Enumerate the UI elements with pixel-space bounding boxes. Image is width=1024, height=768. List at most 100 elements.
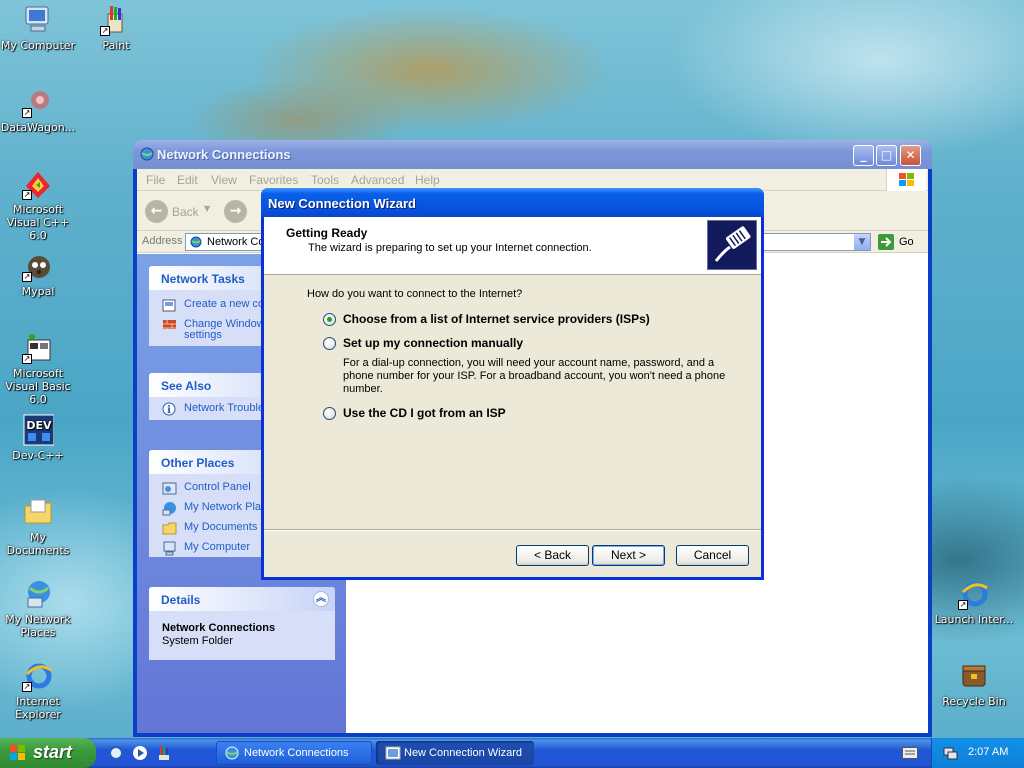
collapse-chevron-icon[interactable]: ︽ (313, 591, 329, 607)
info-icon: i (162, 402, 177, 417)
desktop-icon-internet-explorer[interactable]: ↗ Internet Explorer (0, 660, 78, 721)
address-dropdown-button[interactable]: ▼ (854, 234, 870, 250)
visual-cpp-icon: ↗ (22, 168, 54, 200)
firewall-icon (162, 318, 177, 329)
internet-explorer-icon: ↗ (958, 578, 990, 610)
svg-text:i: i (167, 405, 171, 416)
control-panel-icon (162, 481, 177, 496)
clock[interactable]: 2:07 AM (968, 746, 1008, 758)
connection-question: How do you want to connect to the Intern… (307, 288, 523, 300)
quicklaunch-desktop-icon[interactable] (108, 745, 124, 764)
details-panel: Details ︽ Network Connections System Fol… (149, 587, 335, 660)
address-value: Network Co (207, 236, 265, 248)
taskbar-item-new-connection-wizard[interactable]: New Connection Wizard (376, 741, 534, 765)
desktop-icon-label: My Documents (6, 531, 70, 557)
network-status-icon[interactable] (942, 745, 958, 764)
menu-advanced[interactable]: Advanced (351, 173, 404, 187)
recycle-bin-icon (958, 660, 990, 692)
wizard-subheading: The wizard is preparing to set up your I… (308, 242, 592, 254)
folder-icon (22, 496, 54, 528)
datawagon-icon: ↗ (22, 86, 54, 118)
desktop-icon-my-computer[interactable]: My Computer (0, 4, 78, 52)
new-connection-wizard-dialog[interactable]: New Connection Wizard Getting Ready The … (261, 188, 764, 580)
details-type: System Folder (162, 635, 233, 647)
desktop-icon-mypal[interactable]: ↗ Mypal (0, 250, 78, 298)
go-arrow-icon (878, 234, 894, 250)
desktop-icon-visual-cpp[interactable]: ↗ Microsoft Visual C++ 6.0 (0, 168, 78, 242)
taskbar-item-network-connections[interactable]: Network Connections (216, 741, 372, 765)
shortcut-arrow-icon: ↗ (22, 272, 32, 282)
desktop-icon-label: Dev-C++ (12, 449, 64, 462)
menu-edit[interactable]: Edit (177, 173, 198, 187)
menu-favorites[interactable]: Favorites (249, 173, 298, 187)
forward-arrow-icon: → (229, 203, 242, 219)
close-button[interactable]: ✕ (900, 145, 921, 166)
go-label: Go (899, 236, 914, 248)
folder-icon (162, 521, 177, 536)
start-button[interactable]: start (0, 738, 96, 768)
system-tray: 2:07 AM (931, 738, 1024, 768)
details-name: Network Connections (162, 622, 276, 634)
back-dropdown-icon[interactable]: ▼ (204, 204, 210, 213)
internet-explorer-icon: ↗ (22, 660, 54, 692)
shortcut-arrow-icon: ↗ (958, 600, 968, 610)
desktop-icon-label: Recycle Bin (942, 695, 1006, 708)
desktop-icon-label: Microsoft Visual C++ 6.0 (6, 203, 70, 242)
desktop-icon-label: Launch Inter... (934, 613, 1014, 626)
start-label: start (33, 742, 73, 762)
next-button[interactable]: Next > (592, 545, 665, 566)
wizard-header: Getting Ready The wizard is preparing to… (264, 217, 761, 275)
window-titlebar[interactable]: Network Connections _ □ ✕ (133, 140, 932, 169)
desktop-icon-label: Paint (102, 39, 130, 52)
wizard-icon (385, 745, 401, 768)
network-connections-icon (139, 146, 155, 165)
computer-icon (162, 541, 177, 556)
wizard-titlebar[interactable]: New Connection Wizard (261, 188, 764, 217)
desktop-icon-my-documents[interactable]: My Documents (0, 496, 78, 557)
wizard-body: Getting Ready The wizard is preparing to… (264, 217, 761, 577)
desktop-icon-label: Mypal (21, 285, 55, 298)
new-connection-icon (162, 298, 177, 313)
button-separator (264, 529, 761, 531)
shortcut-arrow-icon: ↗ (22, 108, 32, 118)
cancel-button[interactable]: Cancel (676, 545, 749, 566)
window-title: Network Connections (157, 147, 291, 162)
keyboard-icon[interactable] (902, 747, 918, 762)
network-connections-icon (189, 235, 203, 252)
radio-choose-isp[interactable] (323, 313, 336, 326)
option-choose-isp-label: Choose from a list of Internet service p… (343, 312, 650, 326)
shortcut-arrow-icon: ↗ (22, 190, 32, 200)
shortcut-arrow-icon: ↗ (22, 682, 32, 692)
radio-setup-manually[interactable] (323, 337, 336, 350)
desktop-icon-my-network-places[interactable]: My Network Places (0, 578, 78, 639)
address-label: Address (142, 235, 183, 247)
desktop-icon-launch-internet[interactable]: ↗ Launch Inter... (934, 578, 1014, 626)
paint-icon: ↗ (100, 4, 132, 36)
menu-view[interactable]: View (211, 173, 237, 187)
network-cable-icon (707, 220, 757, 270)
menu-file[interactable]: File (146, 173, 165, 187)
menu-help[interactable]: Help (415, 173, 440, 187)
visual-basic-icon: ↗ (22, 332, 54, 364)
desktop-icon-recycle-bin[interactable]: Recycle Bin (934, 660, 1014, 708)
desktop-icon-datawagon[interactable]: ↗ DataWagon... (0, 86, 78, 134)
back-button[interactable]: < Back (516, 545, 589, 566)
forward-button[interactable]: → (224, 200, 247, 223)
desktop-icon-label: My Network Places (5, 613, 71, 639)
details-header[interactable]: Details (149, 587, 335, 611)
minimize-button[interactable]: _ (853, 145, 874, 166)
go-button[interactable]: Go (877, 233, 921, 251)
wizard-heading: Getting Ready (286, 226, 368, 240)
back-button[interactable]: ← (145, 200, 168, 223)
quicklaunch-media-player-icon[interactable] (132, 745, 148, 764)
svg-text:DEV: DEV (26, 419, 52, 432)
desktop-icon-dev-cpp[interactable]: DEV Dev-C++ (0, 414, 78, 462)
desktop-icon-paint[interactable]: ↗ Paint (76, 4, 156, 52)
maximize-button[interactable]: □ (876, 145, 897, 166)
quicklaunch-paint-icon[interactable] (156, 745, 172, 764)
menu-tools[interactable]: Tools (311, 173, 339, 187)
desktop-icon-visual-basic[interactable]: ↗ Microsoft Visual Basic 6.0 (0, 332, 78, 406)
radio-use-cd[interactable] (323, 407, 336, 420)
option-setup-manually-label: Set up my connection manually (343, 336, 524, 350)
wizard-title: New Connection Wizard (268, 196, 416, 211)
